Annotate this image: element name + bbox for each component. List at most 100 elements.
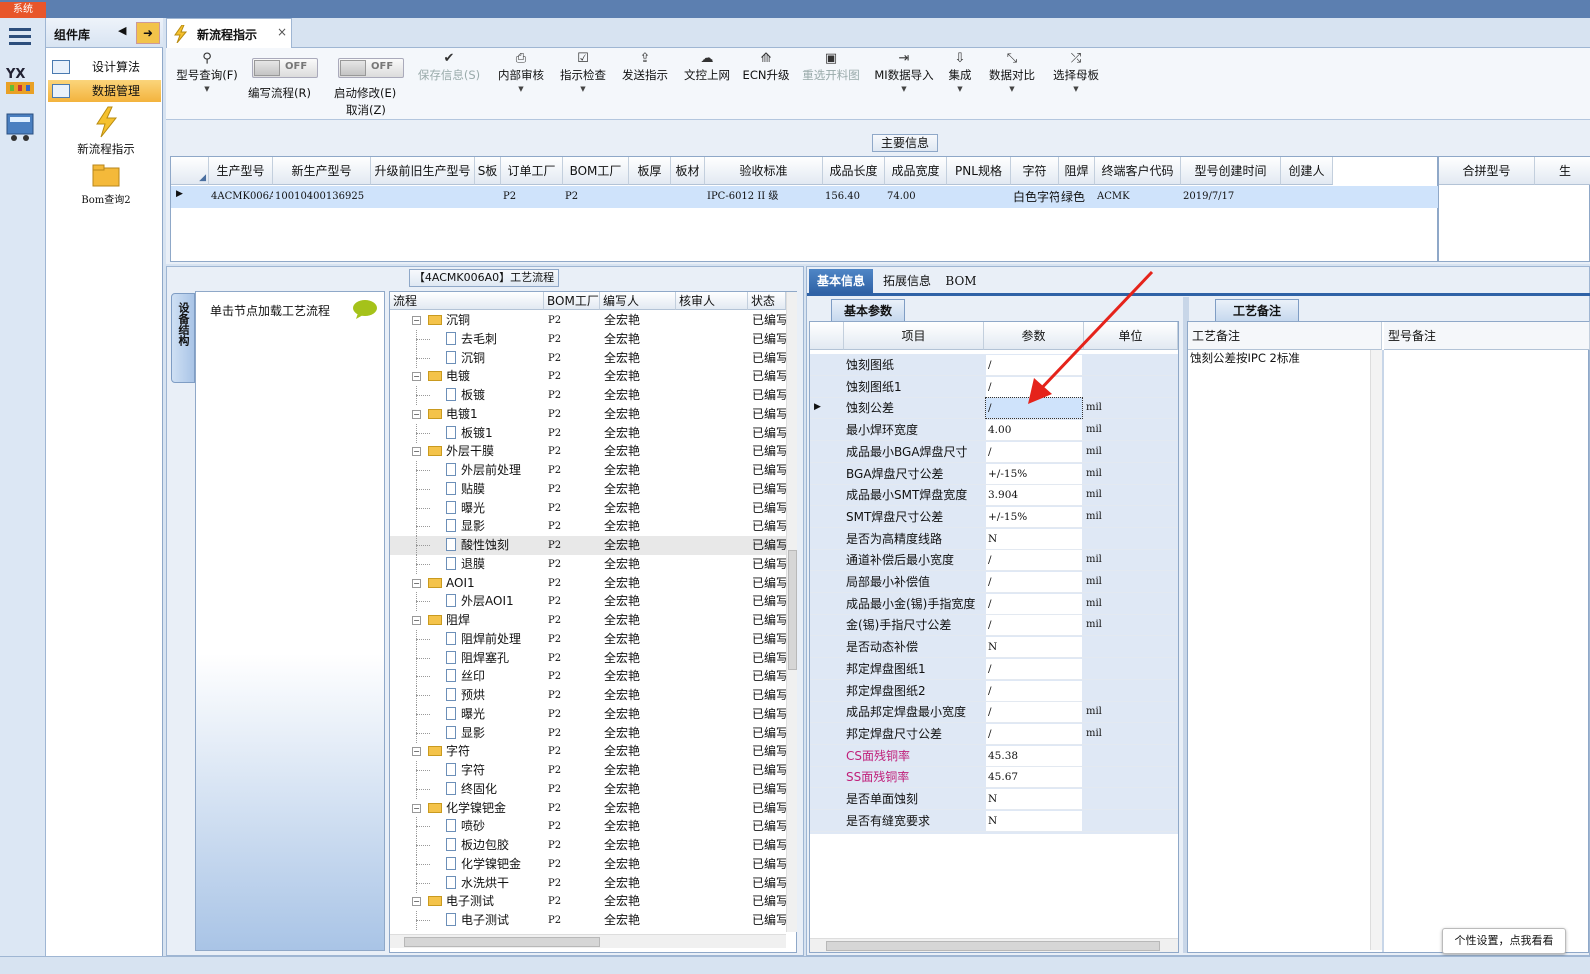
flow-tree-row[interactable]: 贴膜 P2 全宏艳 已编写 bbox=[390, 479, 786, 499]
param-value-cell[interactable]: N bbox=[986, 789, 1082, 809]
flow-tree-row[interactable]: 外层前处理 P2 全宏艳 已编写 bbox=[390, 461, 786, 480]
collapse-node-icon[interactable]: − bbox=[412, 897, 421, 907]
param-value-cell[interactable]: N bbox=[986, 810, 1082, 831]
flow-tree-row[interactable]: 退膜 P2 全宏艳 已编写 bbox=[390, 554, 786, 574]
flow-tree-row[interactable]: 酸性蚀刻 P2 全宏艳 已编写 bbox=[390, 536, 786, 555]
table-cell[interactable]: 白色字符 bbox=[1013, 186, 1059, 208]
column-header[interactable]: 板厚 bbox=[629, 157, 671, 185]
flow-tree-row[interactable]: 去毛刺 P2 全宏艳 已编写 bbox=[390, 329, 786, 349]
flow-tree-row[interactable]: 丝印 P2 全宏艳 已编写 bbox=[390, 667, 786, 687]
flow-tree-row[interactable]: 板边包胶 P2 全宏艳 已编写 bbox=[390, 836, 786, 855]
table-cell[interactable] bbox=[1283, 186, 1333, 208]
param-row[interactable]: 最小焊环宽度 4.00 mil bbox=[810, 419, 1178, 442]
doc-online-button[interactable]: ☁ 文控上网 bbox=[676, 48, 738, 118]
param-row[interactable]: 成品最小SMT焊盘宽度 3.904 mil bbox=[810, 484, 1178, 507]
param-value-cell[interactable]: / bbox=[986, 702, 1082, 723]
remarks-scrollbar[interactable] bbox=[1370, 350, 1382, 950]
param-value-cell[interactable]: / bbox=[986, 572, 1082, 592]
column-header[interactable]: BOM工厂 bbox=[563, 157, 629, 185]
column-header[interactable]: 型号创建时间 bbox=[1181, 157, 1281, 185]
param-value-cell[interactable]: / bbox=[986, 593, 1082, 614]
param-row[interactable]: BGA焊盘尺寸公差 +/-15% mil bbox=[810, 463, 1178, 485]
table-cell[interactable]: 156.40 bbox=[825, 186, 885, 208]
param-value-cell[interactable]: +/-15% bbox=[986, 463, 1082, 484]
flow-tree-row[interactable]: 字符 P2 全宏艳 已编写 bbox=[390, 761, 786, 780]
flow-column-header[interactable]: 核审人 bbox=[676, 292, 748, 310]
process-remarks-tab[interactable]: 工艺备注 bbox=[1215, 299, 1299, 321]
close-tab-icon[interactable]: × bbox=[277, 25, 287, 39]
flow-tree-row[interactable]: 沉铜 P2 全宏艳 已编写 bbox=[390, 348, 786, 368]
scroll-thumb[interactable] bbox=[788, 550, 797, 670]
param-row[interactable]: 成品邦定焊盘最小宽度 / mil bbox=[810, 701, 1178, 724]
column-header[interactable]: S板 bbox=[475, 157, 501, 185]
tool-bom-query[interactable]: Bom查询2 bbox=[56, 162, 156, 212]
table-cell[interactable] bbox=[631, 186, 671, 208]
param-value-cell[interactable]: / bbox=[986, 723, 1082, 744]
flow-tree-row[interactable]: 外层AOI1 P2 全宏艳 已编写 bbox=[390, 592, 786, 612]
column-header[interactable]: 订单工厂 bbox=[501, 157, 563, 185]
flow-tree-row[interactable]: 显影 P2 全宏艳 已编写 bbox=[390, 723, 786, 743]
param-row[interactable]: 成品最小金(锡)手指宽度 / mil bbox=[810, 593, 1178, 615]
flow-column-header[interactable]: 状态 bbox=[748, 292, 786, 310]
dropdown-arrow-icon[interactable]: ▼ bbox=[982, 85, 1042, 93]
flow-tree-row[interactable]: − 化学镍钯金 P2 全宏艳 已编写 bbox=[390, 799, 786, 818]
flow-tree-row[interactable]: − 电镀 P2 全宏艳 已编写 bbox=[390, 367, 786, 386]
param-row[interactable]: SS面残铜率 45.67 bbox=[810, 766, 1178, 789]
param-row[interactable]: 是否为高精度线路 N bbox=[810, 528, 1178, 550]
param-row[interactable]: CS面残铜率 45.38 bbox=[810, 745, 1178, 767]
param-value-cell[interactable]: 4.00 bbox=[986, 420, 1082, 441]
cancel-label[interactable]: 取消(Z) bbox=[346, 102, 386, 118]
table-row[interactable]: ▶ 4ACMK006A010010400136925P2P2IPC-6012 I… bbox=[171, 186, 1439, 208]
flow-tree-row[interactable]: 曝光 P2 全宏艳 已编写 bbox=[390, 704, 786, 724]
column-header[interactable]: 成品长度 bbox=[823, 157, 885, 185]
table-cell[interactable]: 10010400136925 bbox=[275, 186, 371, 208]
flow-column-header[interactable]: BOM工厂 bbox=[544, 292, 600, 310]
dropdown-arrow-icon[interactable]: ▼ bbox=[490, 85, 552, 93]
personalize-tooltip[interactable]: 个性设置，点我看看 bbox=[1442, 928, 1566, 954]
flow-tree-row[interactable]: 水洗烘干 P2 全宏艳 已编写 bbox=[390, 873, 786, 893]
collapse-node-icon[interactable]: − bbox=[412, 803, 421, 813]
flow-tree-row[interactable]: − AOI1 P2 全宏艳 已编写 bbox=[390, 574, 786, 593]
column-header[interactable]: 生产型号 bbox=[209, 157, 273, 185]
column-header[interactable]: 阻焊 bbox=[1059, 157, 1095, 185]
reselect-cutting-button[interactable]: ▣ 重选开料图 bbox=[796, 48, 866, 118]
flow-tree-row[interactable]: 阻焊前处理 P2 全宏艳 已编写 bbox=[390, 629, 786, 649]
table-cell[interactable]: 4ACMK006A0 bbox=[211, 186, 273, 208]
collapse-left-icon[interactable]: ◀ bbox=[118, 24, 126, 37]
integration-button[interactable]: ⇩ 集成 ▼ bbox=[940, 48, 980, 118]
param-row[interactable]: 是否动态补偿 N bbox=[810, 636, 1178, 659]
start-modify-toggle[interactable]: OFF bbox=[338, 58, 404, 78]
column-header[interactable]: 终端客户代码 bbox=[1095, 157, 1181, 185]
system-menu-button[interactable]: 系统 bbox=[0, 2, 46, 18]
table-cell[interactable]: 2019/7/17 bbox=[1183, 186, 1281, 208]
param-value-cell[interactable]: 45.67 bbox=[986, 767, 1082, 788]
flow-vertical-scrollbar[interactable] bbox=[786, 292, 797, 932]
table-cell[interactable]: ACMK bbox=[1097, 186, 1181, 208]
flow-tree-row[interactable]: 预烘 P2 全宏艳 已编写 bbox=[390, 686, 786, 705]
dropdown-arrow-icon[interactable]: ▼ bbox=[870, 85, 938, 93]
internal-review-button[interactable]: ⎙ 内部审核 ▼ bbox=[490, 48, 552, 118]
tool-new-flow[interactable]: 新流程指示 bbox=[56, 106, 156, 156]
column-header[interactable]: 验收标准 bbox=[705, 157, 823, 185]
column-header[interactable]: 字符 bbox=[1011, 157, 1059, 185]
table-cell[interactable] bbox=[373, 186, 475, 208]
tab-bom[interactable]: BOM bbox=[941, 269, 981, 293]
write-flow-toggle[interactable]: OFF bbox=[252, 58, 318, 78]
dropdown-arrow-icon[interactable]: ▼ bbox=[1044, 85, 1108, 93]
pin-panel-icon[interactable]: ➜ bbox=[136, 22, 160, 44]
flow-tree-row[interactable]: − 电镀1 P2 全宏艳 已编写 bbox=[390, 405, 786, 424]
yx-logo-icon[interactable]: YX bbox=[4, 64, 38, 98]
table-cell[interactable] bbox=[949, 186, 1011, 208]
flow-column-header[interactable]: 编写人 bbox=[600, 292, 676, 310]
flow-tree-row[interactable]: − 阻焊 P2 全宏艳 已编写 bbox=[390, 611, 786, 630]
param-row[interactable]: 邦定焊盘图纸2 / bbox=[810, 680, 1178, 702]
dropdown-arrow-icon[interactable]: ▼ bbox=[170, 85, 244, 93]
flow-tree-row[interactable]: − 外层干膜 P2 全宏艳 已编写 bbox=[390, 442, 786, 461]
dropdown-arrow-icon[interactable]: ▼ bbox=[940, 85, 980, 93]
collapse-node-icon[interactable]: − bbox=[412, 372, 421, 382]
param-value-cell[interactable]: / bbox=[986, 615, 1082, 636]
device-structure-side-tab[interactable]: 设备结构 bbox=[171, 293, 195, 383]
tab-extended-info[interactable]: 拓展信息 bbox=[875, 269, 939, 293]
column-header[interactable]: 成品宽度 bbox=[885, 157, 947, 185]
param-value-cell[interactable]: / bbox=[986, 441, 1082, 462]
